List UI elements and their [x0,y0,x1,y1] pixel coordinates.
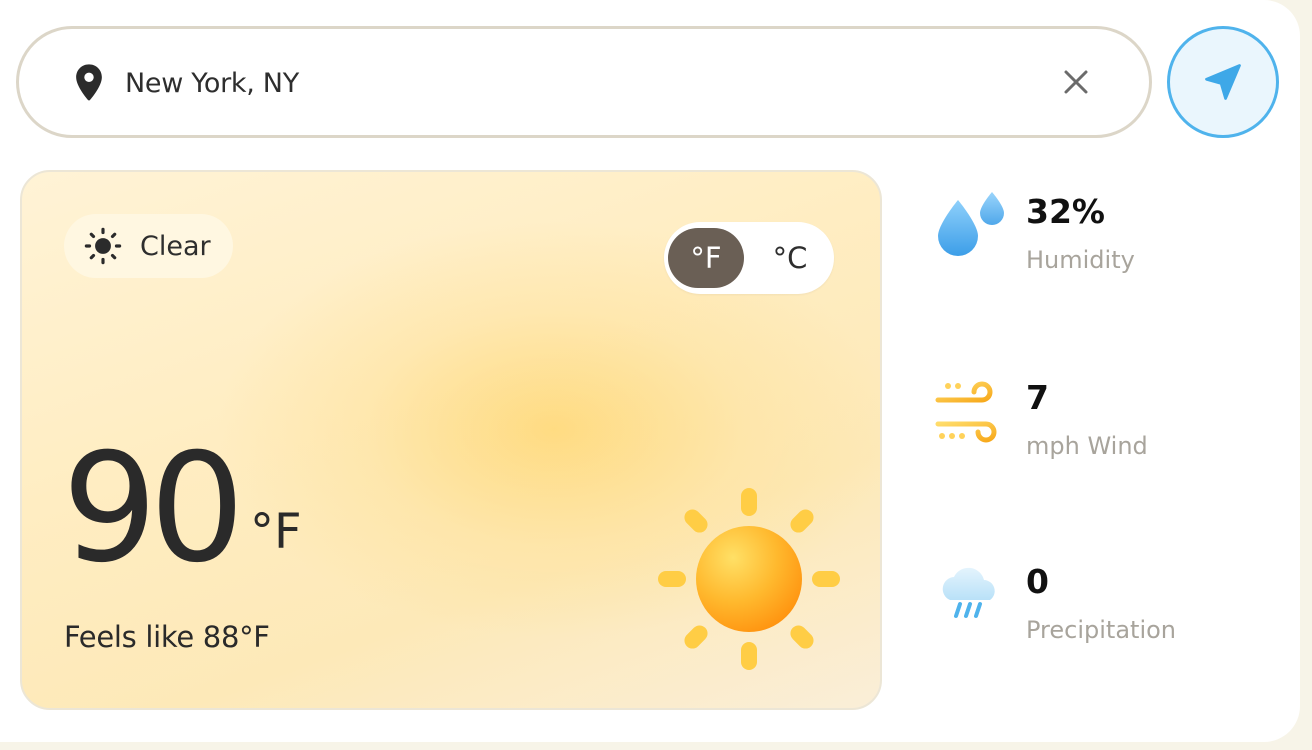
humidity-label: Humidity [1026,246,1135,274]
celsius-option[interactable]: °C [752,228,828,288]
precipitation-stat: 0 Precipitation [934,560,1274,660]
precipitation-label: Precipitation [1026,616,1177,644]
current-location-button[interactable] [1167,26,1279,138]
precipitation-value: 0 [1026,562,1049,601]
location-input[interactable] [125,59,1025,107]
humidity-value: 32% [1026,192,1105,231]
wind-label: mph Wind [1026,432,1148,460]
fahrenheit-option[interactable]: °F [668,228,744,288]
sun-icon [84,227,122,265]
wind-icon [935,381,997,443]
navigation-arrow-icon [1205,64,1241,100]
wind-stat: 7 mph Wind [934,376,1274,476]
humidity-drops-icon [938,192,1004,256]
close-icon[interactable] [1061,67,1091,97]
condition-badge: Clear [64,214,233,278]
sun-illustration-icon [658,488,840,670]
map-pin-icon [76,64,102,101]
wind-value: 7 [1026,378,1049,417]
location-search-bar[interactable] [16,26,1152,138]
weather-app: Clear °F °C 90 °F Feels like 88°F [0,0,1300,742]
humidity-stat: 32% Humidity [934,190,1274,290]
feels-like-text: Feels like 88°F [64,620,270,654]
current-weather-card: Clear °F °C 90 °F Feels like 88°F [20,170,882,710]
rain-cloud-icon [942,567,995,618]
temperature-value: 90 [62,422,245,596]
unit-toggle[interactable]: °F °C [664,222,834,294]
condition-label: Clear [140,230,211,262]
temperature-unit: °F [250,504,302,560]
